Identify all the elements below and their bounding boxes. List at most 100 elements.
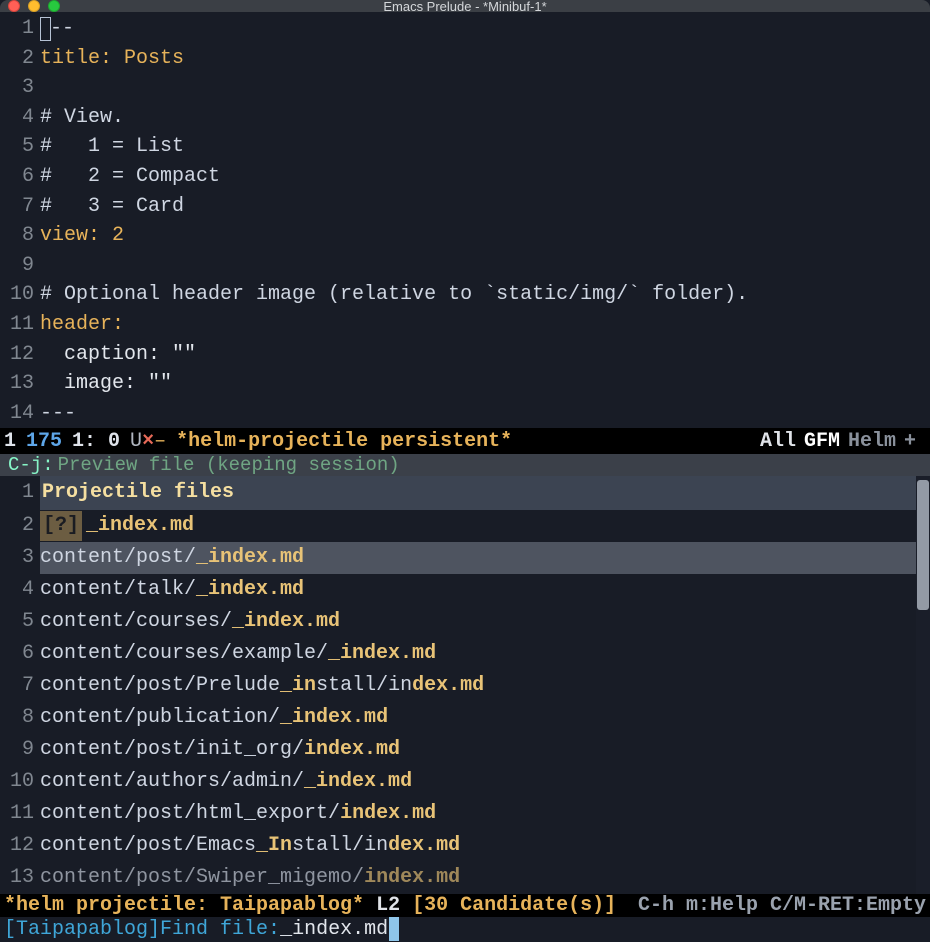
helm-candidate-text[interactable]: content/post/Swiper_migemo/index.md bbox=[40, 862, 930, 894]
helm-candidate[interactable]: 13content/post/Swiper_migemo/index.md bbox=[0, 862, 930, 894]
minimize-icon[interactable] bbox=[28, 0, 40, 12]
editor-line[interactable]: 7# 3 = Card bbox=[0, 192, 930, 222]
helm-candidate-text[interactable]: content/post/init_org/index.md bbox=[40, 734, 930, 766]
minibuffer[interactable]: [Taipapablog] Find file: _index.md bbox=[0, 917, 930, 941]
line-number: 13 bbox=[0, 863, 40, 893]
line-number: 7 bbox=[0, 671, 40, 701]
editor-line[interactable]: 1-- bbox=[0, 14, 930, 44]
line-content[interactable]: title: Posts bbox=[40, 44, 184, 74]
line-content[interactable]: caption: "" bbox=[40, 340, 196, 370]
line-number: 11 bbox=[0, 799, 40, 829]
ml-line: 1 bbox=[4, 430, 16, 453]
line-content[interactable]: image: "" bbox=[40, 369, 172, 399]
helm-candidate-text[interactable]: content/publication/_index.md bbox=[40, 702, 930, 734]
editor-line[interactable]: 10# Optional header image (relative to `… bbox=[0, 280, 930, 310]
line-content[interactable]: # Optional header image (relative to `st… bbox=[40, 280, 748, 310]
editor-pane[interactable]: 1--2title: Posts34# View.5# 1 = List6# 2… bbox=[0, 12, 930, 454]
ml-position: All bbox=[760, 430, 796, 453]
line-content[interactable]: header: bbox=[40, 310, 124, 340]
scrollbar-track[interactable] bbox=[916, 476, 930, 894]
ml-col: 1: 0 bbox=[72, 430, 120, 453]
helm-header: C-j: Preview file (keeping session) bbox=[0, 454, 930, 476]
helm-candidate[interactable]: 5content/courses/_index.md bbox=[0, 606, 930, 638]
helm-candidate-text[interactable]: content/courses/example/_index.md bbox=[40, 638, 930, 670]
helm-candidate[interactable]: 12content/post/Emacs_Install/index.md bbox=[0, 830, 930, 862]
ml2-line: L2 bbox=[376, 894, 400, 917]
helm-candidate-text[interactable]: content/post/Emacs_Install/index.md bbox=[40, 830, 930, 862]
line-number: 6 bbox=[0, 639, 40, 669]
editor-line[interactable]: 5# 1 = List bbox=[0, 132, 930, 162]
editor-line[interactable]: 3 bbox=[0, 73, 930, 103]
scrollbar-thumb[interactable] bbox=[917, 480, 929, 610]
line-content[interactable]: # 1 = List bbox=[40, 132, 184, 162]
ml2-name: *helm projectile: Taipapablog* bbox=[4, 894, 364, 917]
line-content[interactable]: # 3 = Card bbox=[40, 192, 184, 222]
line-content[interactable]: # 2 = Compact bbox=[40, 162, 220, 192]
line-number: 6 bbox=[0, 162, 40, 192]
helm-pane[interactable]: 1Projectile files2[?]_index.md3content/p… bbox=[0, 476, 930, 894]
line-number: 14 bbox=[0, 399, 40, 429]
editor-line[interactable]: 12 caption: "" bbox=[0, 340, 930, 370]
helm-candidate[interactable]: 3content/post/_index.md bbox=[0, 542, 930, 574]
line-number: 5 bbox=[0, 607, 40, 637]
close-icon[interactable] bbox=[8, 0, 20, 12]
zoom-icon[interactable] bbox=[48, 0, 60, 12]
editor-line[interactable]: 4# View. bbox=[0, 103, 930, 133]
helm-header-key: C-j: bbox=[8, 454, 54, 476]
editor-line[interactable]: 8view: 2 bbox=[0, 221, 930, 251]
ml-dash: – bbox=[154, 430, 166, 453]
editor-line[interactable]: 13 image: "" bbox=[0, 369, 930, 399]
helm-candidate-text[interactable]: content/post/_index.md bbox=[40, 542, 930, 574]
helm-source-header: 1Projectile files bbox=[0, 476, 930, 510]
modeline-helm: *helm projectile: Taipapablog* L2 [30 Ca… bbox=[0, 894, 930, 917]
ml-major-mode: GFM bbox=[804, 430, 840, 453]
helm-candidate[interactable]: 7content/post/Prelude_install/index.md bbox=[0, 670, 930, 702]
line-content[interactable]: -- bbox=[40, 14, 74, 44]
cursor-icon bbox=[389, 917, 399, 941]
line-number: 7 bbox=[0, 192, 40, 222]
helm-candidate[interactable]: 10content/authors/admin/_index.md bbox=[0, 766, 930, 798]
editor-line[interactable]: 11header: bbox=[0, 310, 930, 340]
line-number: 12 bbox=[0, 831, 40, 861]
line-number: 4 bbox=[0, 103, 40, 133]
helm-candidate[interactable]: 4content/talk/_index.md bbox=[0, 574, 930, 606]
line-number: 8 bbox=[0, 221, 40, 251]
helm-candidate-text[interactable]: [?]_index.md bbox=[40, 510, 930, 542]
minibuffer-input[interactable]: _index.md bbox=[280, 918, 388, 941]
line-number: 9 bbox=[0, 735, 40, 765]
ml-minor-mode: Helm bbox=[848, 430, 896, 453]
editor-line[interactable]: 6# 2 = Compact bbox=[0, 162, 930, 192]
helm-candidate[interactable]: 8content/publication/_index.md bbox=[0, 702, 930, 734]
line-number: 9 bbox=[0, 251, 40, 281]
line-content[interactable]: view: 2 bbox=[40, 221, 124, 251]
helm-candidate-text[interactable]: content/courses/_index.md bbox=[40, 606, 930, 638]
ml-char: 175 bbox=[26, 430, 62, 453]
line-number: 5 bbox=[0, 132, 40, 162]
helm-body[interactable]: 1Projectile files2[?]_index.md3content/p… bbox=[0, 476, 930, 894]
line-number: 3 bbox=[0, 73, 40, 103]
line-number: 2 bbox=[0, 511, 40, 541]
editor-line[interactable]: 9 bbox=[0, 251, 930, 281]
helm-header-desc: Preview file (keeping session) bbox=[58, 454, 400, 476]
helm-candidate[interactable]: 6content/courses/example/_index.md bbox=[0, 638, 930, 670]
helm-candidate[interactable]: 11content/post/html_export/index.md bbox=[0, 798, 930, 830]
ml-modified: × bbox=[142, 430, 154, 453]
helm-candidate[interactable]: 2[?]_index.md bbox=[0, 510, 930, 542]
helm-candidate[interactable]: 9content/post/init_org/index.md bbox=[0, 734, 930, 766]
line-number: 1 bbox=[0, 14, 40, 44]
line-number: 10 bbox=[0, 280, 40, 310]
editor-body[interactable]: 1--2title: Posts34# View.5# 1 = List6# 2… bbox=[0, 12, 930, 428]
minibuffer-project: [Taipapablog] bbox=[4, 918, 160, 941]
editor-line[interactable]: 2title: Posts bbox=[0, 44, 930, 74]
ml-buffer-name: *helm-projectile persistent* bbox=[176, 430, 512, 453]
helm-candidate-text[interactable]: content/post/Prelude_install/index.md bbox=[40, 670, 930, 702]
helm-candidate-text[interactable]: content/talk/_index.md bbox=[40, 574, 930, 606]
editor-line[interactable]: 14--- bbox=[0, 399, 930, 429]
window-title: Emacs Prelude - *Minibuf-1* bbox=[0, 0, 930, 14]
line-content[interactable]: --- bbox=[40, 399, 76, 429]
line-content[interactable]: # View. bbox=[40, 103, 124, 133]
helm-candidate-text[interactable]: content/authors/admin/_index.md bbox=[40, 766, 930, 798]
helm-candidate-text[interactable]: content/post/html_export/index.md bbox=[40, 798, 930, 830]
line-number: 3 bbox=[0, 543, 40, 573]
line-number: 11 bbox=[0, 310, 40, 340]
